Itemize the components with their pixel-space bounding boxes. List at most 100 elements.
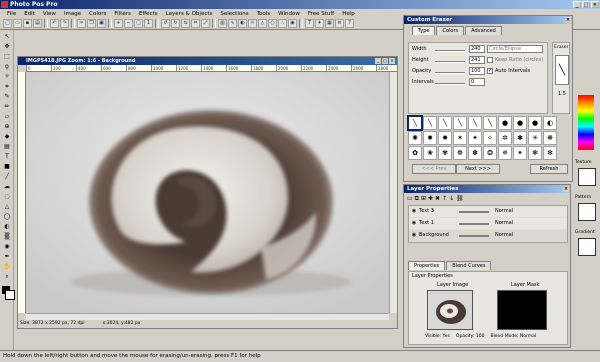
tab-colors[interactable]: Colors xyxy=(436,26,465,35)
shape-tool-icon[interactable]: ■ xyxy=(2,162,12,171)
dodge-tool-icon[interactable]: ◯ xyxy=(2,212,12,221)
merge-layer-icon[interactable]: ⊞ xyxy=(421,195,426,203)
red-eye-icon[interactable]: ◉ xyxy=(288,19,297,28)
rotate-right-icon[interactable]: ↻ xyxy=(171,19,180,28)
new-icon[interactable]: □ xyxy=(3,19,12,28)
delete-layer-icon[interactable]: ✖ xyxy=(435,195,440,203)
smudge-tool-icon[interactable]: ☁ xyxy=(2,182,12,191)
resize-icon[interactable]: ⤢ xyxy=(201,19,210,28)
layer-row[interactable]: ◉ Text 1 Normal xyxy=(409,218,567,230)
red-eye-tool-icon[interactable]: ◉ xyxy=(2,242,12,251)
menu-file[interactable]: File xyxy=(3,11,20,17)
menu-selections[interactable]: Selections xyxy=(216,11,252,17)
brush-tip[interactable]: ✵ xyxy=(498,146,512,160)
eraser-tool-icon[interactable]: ▱ xyxy=(2,112,12,121)
eye-icon[interactable]: ◉ xyxy=(409,218,419,229)
menu-filters[interactable]: Filters xyxy=(110,11,135,17)
menu-colors[interactable]: Colors xyxy=(85,11,110,17)
brush-tip[interactable]: ✻ xyxy=(543,146,557,160)
copy-icon[interactable]: ❐ xyxy=(87,19,96,28)
blur-icon[interactable]: ○ xyxy=(268,19,277,28)
link-icon[interactable]: ⛓ xyxy=(456,195,464,203)
brush-tip[interactable]: ╲ xyxy=(407,115,423,131)
height-slider[interactable] xyxy=(435,61,465,63)
sharpen-icon[interactable]: △ xyxy=(258,19,267,28)
sharpen-tool-icon[interactable]: △ xyxy=(2,202,12,211)
brush-tip[interactable]: ❀ xyxy=(423,146,437,160)
menu-effects[interactable]: Effects xyxy=(135,11,162,17)
next-button[interactable]: Next >>> xyxy=(456,164,500,174)
brush-tip[interactable]: ╲ xyxy=(468,116,482,130)
refresh-button[interactable]: Refresh xyxy=(530,164,568,174)
brush-tip[interactable]: ✧ xyxy=(483,131,497,145)
brush-tip[interactable]: ❃ xyxy=(528,146,542,160)
minimize-button[interactable]: _ xyxy=(573,1,581,8)
frames-icon[interactable]: ▦ xyxy=(325,19,334,28)
brush-tip[interactable]: ╲ xyxy=(483,116,497,130)
menu-window[interactable]: Window xyxy=(274,11,304,17)
paste-icon[interactable]: ▣ xyxy=(97,19,106,28)
layer-opacity-slider[interactable] xyxy=(459,234,489,237)
zoom-in-icon[interactable]: + xyxy=(114,19,123,28)
doc-maximize-button[interactable]: □ xyxy=(382,58,388,64)
auto-intervals-checkbox[interactable]: ✓ xyxy=(487,68,493,74)
intervals-input[interactable]: 0 xyxy=(469,78,485,86)
brush-tip[interactable]: ✸ xyxy=(438,131,452,145)
brush-tip[interactable]: ✾ xyxy=(438,146,452,160)
clone-tool-icon[interactable]: ⊕ xyxy=(2,122,12,131)
layer-image-thumbnail[interactable] xyxy=(427,290,473,330)
brush-tip[interactable]: ✳ xyxy=(528,131,542,145)
effects-icon[interactable]: ✦ xyxy=(315,19,324,28)
layers-icon[interactable]: ≡ xyxy=(335,19,344,28)
selection-tool-icon[interactable]: ⬚ xyxy=(2,52,12,61)
gradient-tool-icon[interactable]: ▤ xyxy=(2,142,12,151)
texture-swatch[interactable] xyxy=(578,168,596,186)
help-icon[interactable]: ? xyxy=(345,19,354,28)
brush-tip[interactable]: ● xyxy=(498,116,512,130)
redo-icon[interactable]: ↷ xyxy=(60,19,69,28)
text-icon[interactable]: T xyxy=(305,19,314,28)
gradient-swatch[interactable] xyxy=(578,238,596,256)
add-layer-icon[interactable]: ✚ xyxy=(428,195,433,203)
new-layer-icon[interactable]: ▭ xyxy=(407,195,413,203)
layer-mask-thumbnail[interactable] xyxy=(497,290,547,330)
cut-icon[interactable]: ✂ xyxy=(77,19,86,28)
layer-row[interactable]: ◉ Text 3 Normal xyxy=(409,206,567,218)
color-spectrum[interactable] xyxy=(578,95,594,150)
menu-help[interactable]: Help xyxy=(338,11,359,17)
magic-wand-tool-icon[interactable]: ✧ xyxy=(2,72,12,81)
curves-icon[interactable]: ∿ xyxy=(228,19,237,28)
tab-advanced[interactable]: Advanced xyxy=(465,26,502,35)
brush-tip[interactable]: ╲ xyxy=(423,116,437,130)
layer-opacity-slider[interactable] xyxy=(459,210,489,213)
horizontal-scrollbar[interactable] xyxy=(26,313,389,320)
menu-tools[interactable]: Tools xyxy=(253,11,275,17)
width-input[interactable]: 240 xyxy=(469,45,485,53)
brush-tip[interactable]: ╲ xyxy=(438,116,452,130)
rotate-left-icon[interactable]: ↺ xyxy=(161,19,170,28)
print-icon[interactable]: ▤ xyxy=(33,19,42,28)
hue-icon[interactable]: ◐ xyxy=(238,19,247,28)
menu-layers-objects[interactable]: Layers & Objects xyxy=(162,11,217,17)
tab-properties[interactable]: Properties xyxy=(408,261,446,270)
eyedropper-tool-icon[interactable]: ✒ xyxy=(2,252,12,261)
brush-tip[interactable]: ● xyxy=(528,116,542,130)
tab-blend-curves[interactable]: Blend Curves xyxy=(446,261,492,270)
opacity-slider[interactable] xyxy=(435,72,465,74)
text-tool-icon[interactable]: T xyxy=(2,152,12,161)
save-icon[interactable]: ▪ xyxy=(23,19,32,28)
brush-tip[interactable]: ╲ xyxy=(453,116,467,130)
prev-button[interactable]: <<< Prev xyxy=(412,164,456,174)
brush-tip[interactable]: ✺ xyxy=(408,131,422,145)
line-tool-icon[interactable]: ╱ xyxy=(2,172,12,181)
tab-type[interactable]: Type xyxy=(412,26,436,35)
pattern-swatch[interactable] xyxy=(578,203,596,221)
brush-tip[interactable]: ◐ xyxy=(543,116,557,130)
eye-icon[interactable]: ◉ xyxy=(409,206,419,217)
brush-tip[interactable]: ❁ xyxy=(453,146,467,160)
duplicate-layer-icon[interactable]: ⧉ xyxy=(415,195,419,203)
vertical-scrollbar[interactable] xyxy=(389,72,397,313)
brush-tip[interactable]: ❋ xyxy=(543,131,557,145)
image-canvas[interactable] xyxy=(26,72,389,313)
zoom-tool-icon[interactable]: ⌕ xyxy=(2,272,12,281)
